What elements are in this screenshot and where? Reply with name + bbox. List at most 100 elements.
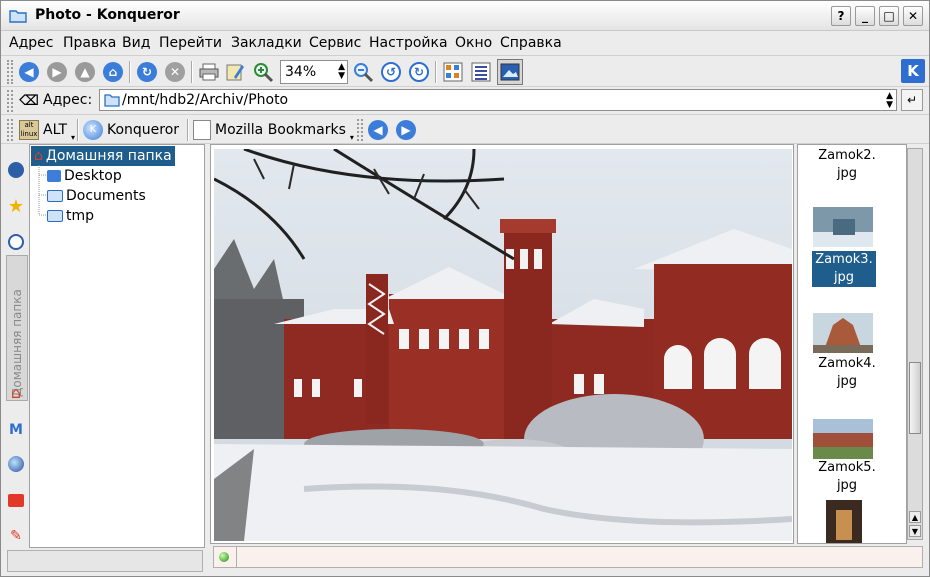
toolbar-grip[interactable] — [7, 90, 13, 112]
sidebar-bookmarks-button[interactable] — [6, 160, 26, 180]
menu-tools[interactable]: Сервис — [309, 35, 361, 51]
bookmark-alt[interactable]: alt linux ALT ▾ — [19, 118, 75, 142]
location-toolbar: ⌫ Адрес: /mnt/hdb2/Archiv/Photo ▲ ▼ ↵ — [1, 88, 929, 115]
sidebar-home-button[interactable]: ⌂ — [6, 382, 26, 402]
up-button[interactable]: ▲ — [73, 60, 97, 84]
spin-arrows-icon[interactable]: ▲ ▼ — [338, 63, 345, 81]
zoom-in-button[interactable] — [251, 60, 275, 84]
bookmark-mozilla[interactable]: Mozilla Bookmarks ▾ — [193, 118, 354, 142]
status-separator — [236, 547, 237, 567]
clear-location-button[interactable]: ⌫ — [18, 89, 40, 113]
title-bar[interactable]: Photo - Konqueror ? _ □ ✕ — [1, 1, 929, 31]
help-button[interactable]: ? — [831, 6, 851, 26]
location-label: Адрес: — [43, 92, 93, 108]
menu-edit[interactable]: Правка — [63, 35, 116, 51]
image-view-icon — [500, 63, 520, 81]
icon-view-button[interactable] — [441, 60, 465, 84]
menu-view[interactable]: Вид — [122, 35, 150, 51]
toolbar-separator — [77, 119, 79, 141]
print-icon — [199, 63, 219, 81]
go-button[interactable]: ↵ — [901, 89, 923, 111]
reload-icon: ↻ — [137, 62, 157, 82]
sidebar-tab-home[interactable]: Домашняя папка — [6, 255, 28, 401]
properties-button[interactable] — [223, 60, 247, 84]
tree-item-desktop[interactable]: Desktop — [47, 166, 122, 186]
toolbar-grip[interactable] — [357, 119, 363, 141]
home-icon: ⌂ — [34, 148, 43, 164]
detailed-view-button[interactable] — [469, 60, 493, 84]
print-button[interactable] — [197, 60, 221, 84]
bookmark-forward-button[interactable]: ▶ — [394, 118, 418, 142]
thumbnail-image[interactable] — [826, 500, 862, 544]
status-led-icon — [219, 552, 229, 562]
menu-settings[interactable]: Настройка — [369, 35, 448, 51]
folder-icon — [47, 210, 63, 222]
scrollbar-handle[interactable] — [909, 362, 921, 434]
red-folder-icon — [8, 493, 24, 507]
clear-location-icon: ⌫ — [19, 93, 39, 109]
tree-item-home[interactable]: ⌂ Домашняя папка — [31, 146, 175, 166]
sidebar-root-button[interactable] — [6, 490, 26, 510]
dropdown-arrow-icon: ▾ — [349, 133, 354, 142]
detailed-view-icon — [471, 62, 491, 82]
menu-go[interactable]: Перейти — [159, 35, 222, 51]
bookmark-folder-icon — [193, 120, 211, 140]
thumbnail-scrollbar[interactable]: ▲ ▼ — [907, 148, 923, 540]
reload-button[interactable]: ↻ — [135, 60, 159, 84]
stop-button[interactable]: ✕ — [163, 60, 187, 84]
sidebar-media-button[interactable]: M — [6, 420, 26, 440]
home-icon: ⌂ — [10, 382, 22, 402]
bookmark-konqueror[interactable]: K Konqueror — [83, 118, 179, 142]
folder-tree: ⌂ Домашняя папка Desktop Documents tmp — [29, 144, 205, 548]
sidebar-network-button[interactable] — [6, 454, 26, 474]
toolbar-grip[interactable] — [7, 60, 13, 84]
location-input[interactable]: /mnt/hdb2/Archiv/Photo ▲ ▼ — [99, 89, 897, 111]
home-icon: ⌂ — [103, 62, 123, 82]
enter-arrow-icon: ↵ — [906, 93, 918, 107]
star-icon: ★ — [7, 195, 25, 217]
sidebar-favorites-button[interactable]: ★ — [6, 195, 26, 217]
toolbar-separator — [129, 61, 131, 83]
toolbar-grip[interactable] — [7, 119, 13, 141]
kde-logo: K — [901, 59, 925, 83]
zoom-out-button[interactable] — [351, 60, 375, 84]
back-button[interactable]: ◀ — [17, 60, 41, 84]
close-button[interactable]: ✕ — [903, 6, 923, 26]
scroll-up-icon[interactable]: ▲ — [909, 511, 921, 523]
home-button[interactable]: ⌂ — [101, 60, 125, 84]
location-url: /mnt/hdb2/Archiv/Photo — [122, 92, 289, 108]
sidebar-tab-label: Домашняя папка — [10, 289, 24, 397]
scroll-down-icon[interactable]: ▼ — [909, 525, 921, 537]
menu-bookmarks[interactable]: Закладки — [231, 35, 302, 51]
media-icon: M — [9, 422, 23, 438]
rotate-left-button[interactable]: ↺ — [379, 60, 403, 84]
image-viewer[interactable] — [210, 144, 794, 544]
alt-linux-icon: alt linux — [19, 120, 39, 140]
thumbnail-label: Zamok4. jpg — [818, 356, 876, 389]
toolbar-separator — [191, 61, 193, 83]
location-dropdown-icon[interactable]: ▲ ▼ — [886, 92, 893, 110]
sidebar-services-button[interactable]: ✎ — [6, 526, 26, 546]
minimize-button[interactable]: _ — [855, 6, 875, 26]
menu-window[interactable]: Окно — [455, 35, 492, 51]
icon-view-icon — [443, 62, 463, 82]
thumbnail-image — [813, 419, 873, 459]
zoom-value: 34% — [285, 64, 317, 80]
status-bar — [213, 546, 923, 568]
tree-item-documents[interactable]: Documents — [47, 186, 146, 206]
zoom-combo[interactable]: 34% ▲ ▼ — [280, 60, 348, 84]
rotate-right-button[interactable]: ↻ — [407, 60, 431, 84]
menu-help[interactable]: Справка — [500, 35, 562, 51]
image-view-button[interactable] — [497, 59, 523, 85]
zoom-in-icon — [254, 63, 274, 83]
konqueror-icon: K — [83, 120, 103, 140]
tree-item-tmp[interactable]: tmp — [47, 206, 94, 226]
bookmark-back-button[interactable]: ◀ — [366, 118, 390, 142]
sidebar-buttons: ★ Домашняя папка ⌂ M ✎ — [3, 148, 29, 548]
menu-address[interactable]: Адрес — [9, 35, 53, 51]
bookmark-toolbar: alt linux ALT ▾ K Konqueror Mozilla Bookm… — [1, 116, 929, 144]
forward-button[interactable]: ▶ — [45, 60, 69, 84]
sidebar-history-button[interactable] — [6, 232, 26, 252]
toolbar-separator — [187, 119, 189, 141]
maximize-button[interactable]: □ — [879, 6, 899, 26]
